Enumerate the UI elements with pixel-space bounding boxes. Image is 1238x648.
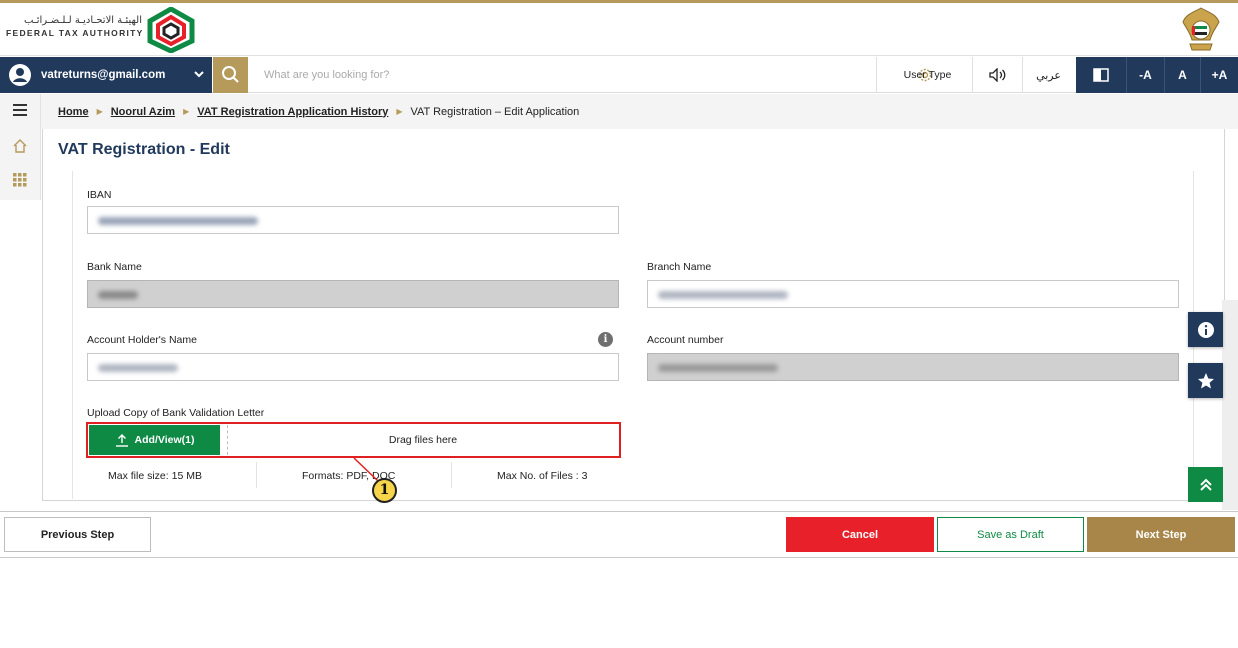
- user-type-button[interactable]: User Type: [876, 57, 972, 93]
- chevron-down-icon: [194, 71, 204, 78]
- drag-files-area[interactable]: Drag files here: [227, 425, 618, 455]
- breadcrumb-home[interactable]: Home: [58, 106, 89, 118]
- account-holder-field[interactable]: [87, 353, 619, 381]
- max-file-size: Max file size: 15 MB: [108, 470, 202, 482]
- breadcrumb: Home ▶ Noorul Azim ▶ VAT Registration Ap…: [41, 94, 1238, 129]
- breadcrumb-separator-icon: ▶: [96, 107, 103, 116]
- logo-english-text: FEDERAL TAX AUTHORITY: [6, 28, 144, 38]
- redacted-value: [98, 291, 138, 299]
- fta-logo-text[interactable]: الهيئـة الاتحـاديـة لـلـضـرائـب FEDERAL …: [6, 15, 144, 38]
- user-avatar-icon: [9, 64, 31, 86]
- site-header: الهيئـة الاتحـاديـة لـلـضـرائـب FEDERAL …: [0, 3, 1238, 56]
- favorite-float-button[interactable]: [1188, 363, 1223, 398]
- info-icon[interactable]: i: [598, 332, 613, 347]
- iban-label: IBAN: [87, 189, 112, 201]
- info-float-button[interactable]: [1188, 312, 1223, 347]
- home-icon: [13, 139, 27, 153]
- upload-label: Upload Copy of Bank Validation Letter: [87, 407, 265, 419]
- contrast-icon: [1093, 68, 1109, 82]
- user-email: vatreturns@gmail.com: [41, 69, 166, 81]
- previous-step-button[interactable]: Previous Step: [4, 517, 151, 552]
- font-decrease-button[interactable]: -A: [1126, 57, 1164, 93]
- user-menu[interactable]: vatreturns@gmail.com: [0, 57, 212, 93]
- font-normal-button[interactable]: A: [1164, 57, 1200, 93]
- next-step-button[interactable]: Next Step: [1087, 517, 1235, 552]
- font-increase-button[interactable]: +A: [1200, 57, 1238, 93]
- uae-emblem-icon: [1182, 7, 1220, 51]
- breadcrumb-separator-icon: ▶: [396, 107, 403, 116]
- divider: [256, 462, 257, 488]
- side-rail: [0, 94, 41, 200]
- fta-logo-icon[interactable]: [146, 7, 196, 53]
- branch-name-field[interactable]: [647, 280, 1179, 308]
- upload-icon: [115, 434, 128, 447]
- double-chevron-up-icon: [1199, 478, 1212, 491]
- user-type-label: User Type: [903, 69, 952, 81]
- search-icon: [222, 66, 239, 83]
- annotation-callout: 1: [372, 478, 397, 503]
- language-toggle[interactable]: عربي: [1022, 57, 1074, 93]
- save-draft-button[interactable]: Save as Draft: [937, 517, 1084, 552]
- breadcrumb-separator-icon: ▶: [183, 107, 190, 116]
- home-nav-button[interactable]: [0, 129, 40, 163]
- redacted-value: [658, 291, 788, 299]
- search-button[interactable]: [213, 57, 248, 93]
- max-files: Max No. of Files : 3: [497, 470, 588, 482]
- iban-field[interactable]: [87, 206, 619, 234]
- apps-nav-button[interactable]: [0, 163, 40, 197]
- read-aloud-button[interactable]: [972, 57, 1022, 93]
- cancel-button[interactable]: Cancel: [786, 517, 934, 552]
- bank-name-label: Bank Name: [87, 261, 142, 273]
- account-number-label: Account number: [647, 334, 724, 346]
- grid-icon: [13, 173, 27, 187]
- bank-name-field: [87, 280, 619, 308]
- account-holder-label: Account Holder's Name: [87, 334, 197, 346]
- action-footer: Previous Step Cancel Save as Draft Next …: [0, 511, 1238, 558]
- page-root: الهيئـة الاتحـاديـة لـلـضـرائـب FEDERAL …: [0, 0, 1238, 648]
- redacted-value: [98, 217, 258, 225]
- add-view-button[interactable]: Add/View(1): [89, 425, 220, 455]
- speaker-icon: [988, 68, 1005, 82]
- scroll-to-top-button[interactable]: [1188, 467, 1223, 502]
- divider: [451, 462, 452, 488]
- page-title: VAT Registration - Edit: [58, 141, 230, 158]
- breadcrumb-current: VAT Registration – Edit Application: [410, 105, 580, 118]
- add-view-label: Add/View(1): [134, 434, 195, 446]
- contrast-toggle[interactable]: [1076, 57, 1126, 93]
- breadcrumb-user[interactable]: Noorul Azim: [111, 106, 175, 118]
- redacted-value: [658, 364, 778, 372]
- branch-name-label: Branch Name: [647, 261, 712, 273]
- hamburger-icon: [13, 104, 27, 116]
- drag-files-label: Drag files here: [388, 434, 458, 446]
- redacted-value: [98, 364, 178, 372]
- scrollbar[interactable]: [1222, 300, 1238, 510]
- upload-dropzone: Add/View(1) Drag files here: [86, 422, 621, 458]
- info-circle-icon: [1197, 321, 1214, 338]
- breadcrumb-history[interactable]: VAT Registration Application History: [197, 106, 388, 118]
- search-input[interactable]: [252, 61, 852, 89]
- top-navbar: vatreturns@gmail.com User Type عربي -A A…: [0, 57, 1238, 93]
- logo-arabic-text: الهيئـة الاتحـاديـة لـلـضـرائـب: [24, 15, 142, 26]
- menu-toggle-button[interactable]: [0, 93, 40, 127]
- account-number-field: [647, 353, 1179, 381]
- star-icon: [1197, 372, 1214, 388]
